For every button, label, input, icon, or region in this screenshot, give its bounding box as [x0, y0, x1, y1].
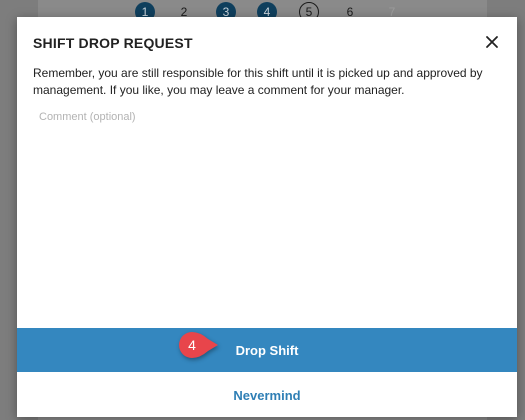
nevermind-button[interactable]: Nevermind	[17, 373, 517, 417]
close-icon	[486, 36, 498, 48]
dialog-message: Remember, you are still responsible for …	[33, 66, 483, 97]
dialog-title: SHIFT DROP REQUEST	[33, 35, 193, 51]
step-number: 4	[188, 337, 196, 353]
shift-drop-dialog: SHIFT DROP REQUEST Remember, you are sti…	[17, 17, 517, 417]
comment-input[interactable]	[33, 109, 501, 319]
step-marker: 4	[178, 331, 222, 359]
drop-shift-button[interactable]: Drop Shift	[17, 328, 517, 372]
close-button[interactable]	[481, 31, 503, 53]
